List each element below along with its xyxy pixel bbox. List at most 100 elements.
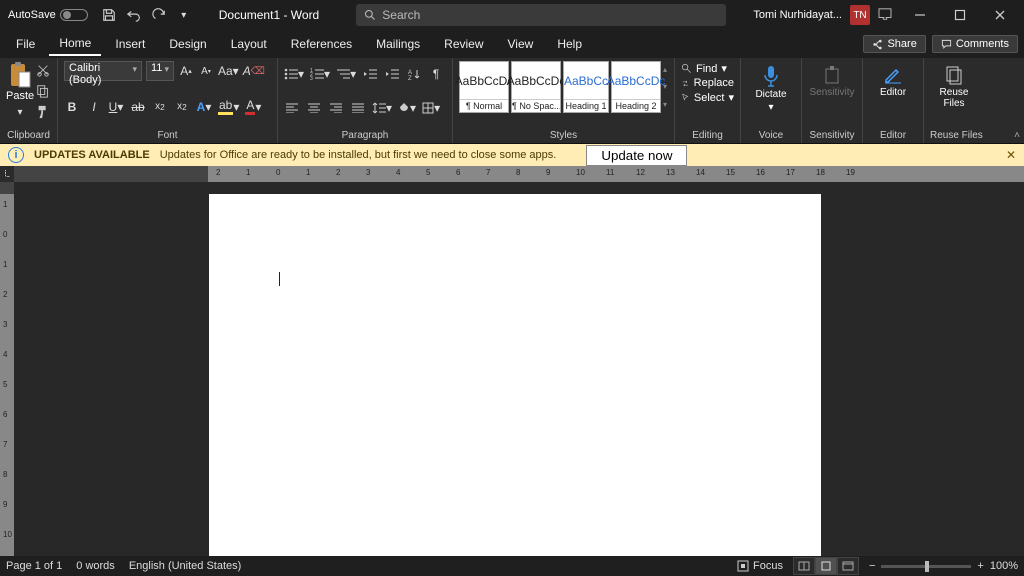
notif-close-icon[interactable]: ✕ xyxy=(1006,148,1016,162)
italic-button[interactable]: I xyxy=(86,98,102,116)
align-right-icon[interactable] xyxy=(328,99,344,117)
comments-button[interactable]: Comments xyxy=(932,35,1018,53)
tab-help[interactable]: Help xyxy=(547,33,592,55)
multilevel-list-icon[interactable]: ▾ xyxy=(336,65,356,83)
tab-insert[interactable]: Insert xyxy=(105,33,155,55)
tab-design[interactable]: Design xyxy=(159,33,216,55)
group-font: Calibri (Body) 11 A▴ A▾ Aa▾ A⌫ B I U▾ ab… xyxy=(58,58,278,143)
font-name-select[interactable]: Calibri (Body) xyxy=(64,61,142,81)
bold-button[interactable]: B xyxy=(64,98,80,116)
reuse-files-button[interactable]: Reuse Files xyxy=(930,61,978,109)
select-button[interactable]: Select ▾ xyxy=(681,90,734,105)
text-effects-icon[interactable]: A▾ xyxy=(196,98,212,116)
minimize-button[interactable] xyxy=(900,0,940,30)
group-styles: AaBbCcDc¶ Normal AaBbCcDc¶ No Spac... Aa… xyxy=(453,58,675,143)
zoom-level[interactable]: 100% xyxy=(990,560,1018,572)
editor-button[interactable]: Editor xyxy=(869,61,917,98)
styles-label: Styles xyxy=(459,128,668,143)
print-layout-icon[interactable] xyxy=(815,557,837,575)
font-color-icon[interactable]: A▾ xyxy=(245,98,261,116)
search-box[interactable]: Search xyxy=(356,4,726,26)
zoom-slider[interactable] xyxy=(881,565,971,568)
tab-view[interactable]: View xyxy=(498,33,544,55)
align-center-icon[interactable] xyxy=(306,99,322,117)
dictate-button[interactable]: Dictate▾ xyxy=(747,61,795,113)
group-editing: Find ▾ Replace Select ▾ Editing xyxy=(675,58,741,143)
ribbon-display-options-icon[interactable] xyxy=(878,8,892,23)
language-indicator[interactable]: English (United States) xyxy=(129,560,242,572)
format-painter-icon[interactable] xyxy=(36,105,50,122)
user-avatar-badge[interactable]: TN xyxy=(850,5,870,25)
find-button[interactable]: Find ▾ xyxy=(681,61,734,76)
sensitivity-button: Sensitivity xyxy=(808,61,856,98)
line-spacing-icon[interactable]: ▾ xyxy=(372,99,392,117)
underline-button[interactable]: U▾ xyxy=(108,98,124,116)
show-hide-marks-icon[interactable]: ¶ xyxy=(428,65,444,83)
undo-icon[interactable] xyxy=(126,8,142,22)
align-left-icon[interactable] xyxy=(284,99,300,117)
borders-icon[interactable]: ▾ xyxy=(422,99,440,117)
ribbon-tabs: File Home Insert Design Layout Reference… xyxy=(0,30,1024,58)
justify-icon[interactable] xyxy=(350,99,366,117)
word-count[interactable]: 0 words xyxy=(76,560,115,572)
tab-home[interactable]: Home xyxy=(49,32,101,56)
page[interactable] xyxy=(209,194,821,556)
bullets-icon[interactable]: ▾ xyxy=(284,65,304,83)
cut-icon[interactable] xyxy=(36,63,50,80)
autosave-toggle[interactable]: AutoSave xyxy=(8,9,88,21)
horizontal-ruler[interactable]: L 21012345678910111213141516171819 xyxy=(0,166,1024,182)
group-sensitivity: Sensitivity Sensitivity xyxy=(802,58,863,143)
zoom-out-button[interactable]: − xyxy=(869,560,875,572)
tab-references[interactable]: References xyxy=(281,33,362,55)
collapse-ribbon-icon[interactable]: ˄ xyxy=(1014,130,1020,141)
tab-file[interactable]: File xyxy=(6,33,45,55)
share-button[interactable]: Share xyxy=(863,35,925,53)
tab-mailings[interactable]: Mailings xyxy=(366,33,430,55)
paste-button[interactable]: Paste ▾ xyxy=(6,61,34,122)
update-now-button[interactable]: Update now xyxy=(586,145,687,166)
vertical-ruler[interactable]: 21012345678910 xyxy=(0,182,14,556)
grow-font-icon[interactable]: A▴ xyxy=(178,62,194,80)
focus-icon xyxy=(737,560,749,572)
style-heading1[interactable]: AaBbCcHeading 1 xyxy=(563,61,609,113)
shading-icon[interactable]: ▾ xyxy=(398,99,416,117)
save-icon[interactable] xyxy=(102,8,116,22)
change-case-icon[interactable]: Aa▾ xyxy=(218,62,239,80)
style-no-spacing[interactable]: AaBbCcDc¶ No Spac... xyxy=(511,61,561,113)
font-size-select[interactable]: 11 xyxy=(146,61,174,81)
maximize-button[interactable] xyxy=(940,0,980,30)
read-mode-icon[interactable] xyxy=(793,557,815,575)
replace-button[interactable]: Replace xyxy=(681,76,734,90)
paste-more-icon[interactable]: ▾ xyxy=(12,103,28,121)
tab-layout[interactable]: Layout xyxy=(221,33,277,55)
autosave-switch-off[interactable] xyxy=(60,9,88,21)
close-button[interactable] xyxy=(980,0,1020,30)
qat-more-icon[interactable]: ▾ xyxy=(176,6,192,24)
reuse-label: Reuse Files xyxy=(930,128,983,143)
editing-label: Editing xyxy=(681,128,734,143)
clear-formatting-icon[interactable]: A⌫ xyxy=(243,62,265,80)
sort-icon[interactable]: AZ xyxy=(406,65,422,83)
strikethrough-button[interactable]: ab xyxy=(130,98,146,116)
redo-icon[interactable] xyxy=(152,8,166,22)
copy-icon[interactable] xyxy=(36,84,50,101)
style-normal[interactable]: AaBbCcDc¶ Normal xyxy=(459,61,509,113)
document-canvas[interactable] xyxy=(14,182,1024,556)
focus-mode-button[interactable]: Focus xyxy=(737,560,783,572)
style-heading2[interactable]: AaBbCcDcHeading 2 xyxy=(611,61,661,113)
web-layout-icon[interactable] xyxy=(837,557,859,575)
styles-gallery-more[interactable]: ▴▾▾ xyxy=(663,61,668,113)
subscript-button[interactable]: x2 xyxy=(152,98,168,116)
numbering-icon[interactable]: 123▾ xyxy=(310,65,330,83)
decrease-indent-icon[interactable] xyxy=(362,65,378,83)
superscript-button[interactable]: x2 xyxy=(174,98,190,116)
updates-notification-bar: i UPDATES AVAILABLE Updates for Office a… xyxy=(0,144,1024,166)
zoom-in-button[interactable]: + xyxy=(977,560,983,572)
tab-review[interactable]: Review xyxy=(434,33,493,55)
notif-message: Updates for Office are ready to be insta… xyxy=(160,149,557,161)
shrink-font-icon[interactable]: A▾ xyxy=(198,62,214,80)
page-indicator[interactable]: Page 1 of 1 xyxy=(6,560,62,572)
increase-indent-icon[interactable] xyxy=(384,65,400,83)
highlight-color-icon[interactable]: ab▾ xyxy=(218,98,239,116)
user-name[interactable]: Tomi Nurhidayat... xyxy=(753,9,842,21)
